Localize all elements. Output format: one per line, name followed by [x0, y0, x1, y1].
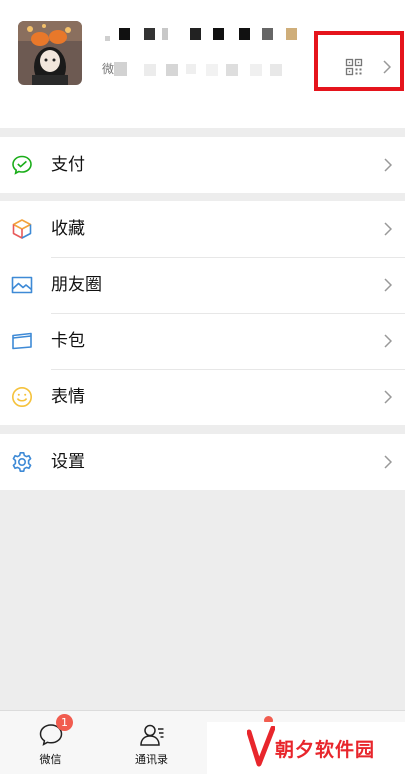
site-watermark: 朝夕软件园: [207, 722, 405, 774]
highlight-annotation-box: [314, 31, 404, 91]
menu-label-pay: 支付: [51, 155, 85, 175]
menu-item-stickers[interactable]: 表情: [0, 369, 405, 425]
chevron-right-icon: [384, 278, 392, 292]
settings-gear-icon: [11, 451, 33, 473]
menu-item-pay[interactable]: 支付: [0, 137, 405, 193]
nickname-pixelated: [102, 25, 312, 43]
menu-label-moments: 朋友圈: [51, 275, 102, 295]
favorites-cube-icon: [11, 218, 33, 240]
section-discover-features: 收藏 朋友圈 卡包 表情: [0, 201, 405, 425]
chevron-right-icon: [384, 455, 392, 469]
chevron-right-icon: [384, 334, 392, 348]
chevron-right-icon: [384, 222, 392, 236]
tab-label-chats: 微信: [39, 753, 62, 766]
menu-item-favorites[interactable]: 收藏: [0, 201, 405, 257]
tab-label-contacts: 通讯录: [135, 753, 168, 766]
chevron-right-icon: [384, 390, 392, 404]
menu-label-cards: 卡包: [51, 331, 85, 351]
wechat-id-pixelated: 微: [102, 60, 302, 78]
watermark-logo-icon: [247, 726, 275, 767]
avatar[interactable]: [18, 21, 82, 85]
moments-photo-icon: [11, 274, 33, 296]
watermark-text: 朝夕软件园: [275, 739, 376, 761]
contacts-icon: [139, 722, 165, 748]
section-settings: 设置: [0, 434, 405, 490]
card-wallet-icon: [11, 330, 33, 352]
menu-item-cards[interactable]: 卡包: [0, 313, 405, 369]
menu-item-settings[interactable]: 设置: [0, 434, 405, 490]
unread-badge: 1: [56, 714, 73, 731]
menu-item-moments[interactable]: 朋友圈: [0, 257, 405, 313]
tab-chats[interactable]: 1 微信: [0, 711, 101, 774]
menu-label-stickers: 表情: [51, 387, 85, 407]
sticker-smiley-icon: [11, 386, 33, 408]
chevron-right-icon: [384, 158, 392, 172]
menu-label-settings: 设置: [51, 452, 85, 472]
tab-contacts[interactable]: 通讯录: [101, 711, 202, 774]
wechat-pay-icon: [11, 154, 33, 176]
profile-header[interactable]: 微: [0, 0, 405, 128]
menu-label-favorites: 收藏: [51, 219, 85, 239]
section-pay: 支付: [0, 137, 405, 193]
